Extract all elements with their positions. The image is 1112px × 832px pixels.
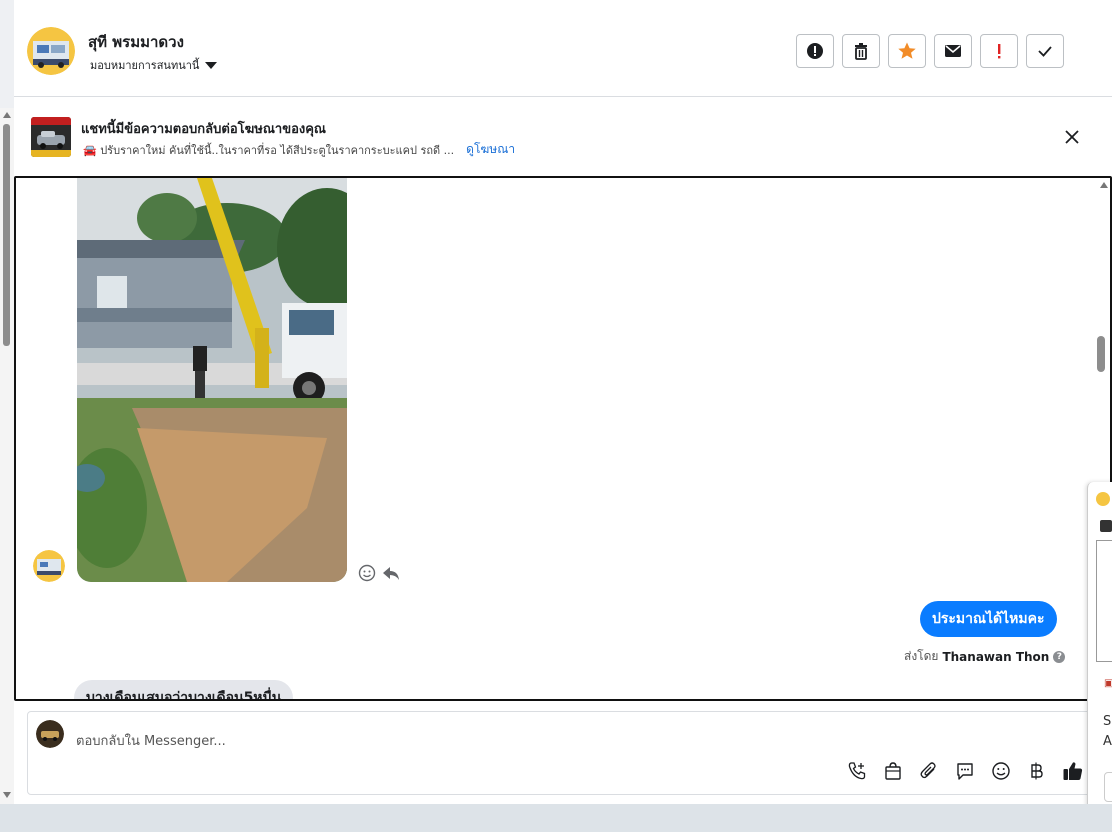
conversation-header: สุที พรมมาดวง มอบหมายการสนทนานี้ xyxy=(14,8,1112,97)
envelope-icon xyxy=(945,45,961,57)
message-thread[interactable]: ประมาณได้ไหมคะ ส่งโดย Thanawan Thon ? บา… xyxy=(14,176,1112,701)
view-ad-link[interactable]: ดูโฆษณา xyxy=(466,140,515,159)
trash-icon xyxy=(855,43,867,60)
saved-replies-button[interactable] xyxy=(954,760,976,782)
shopping-bag-icon xyxy=(885,762,901,780)
outgoing-message[interactable]: ประมาณได้ไหมคะ xyxy=(920,601,1057,637)
react-button[interactable] xyxy=(357,563,377,583)
ad-thumbnail xyxy=(31,117,71,157)
sent-by-prefix: ส่งโดย xyxy=(904,649,939,663)
payment-button[interactable] xyxy=(1026,760,1048,782)
help-icon[interactable]: ? xyxy=(1053,650,1066,663)
smiley-icon xyxy=(992,762,1010,780)
popup-text-2: A xyxy=(1103,734,1112,749)
incoming-message[interactable]: บางเดือนเสมอว่าบางเดือน5หมื่น xyxy=(74,680,294,699)
ad-banner-title: แชทนี้มีข้อความตอบกลับต่อโฆษณาของคุณ xyxy=(81,122,326,137)
close-icon xyxy=(1065,130,1079,144)
shared-photo[interactable] xyxy=(77,178,347,582)
call-button[interactable] xyxy=(846,760,868,782)
popup-frame xyxy=(1096,540,1112,662)
alert-circle-icon xyxy=(807,43,823,59)
contact-name: สุที พรมมาดวง xyxy=(88,33,184,51)
ad-reply-banner: แชทนี้มีข้อความตอบกลับต่อโฆษณาของคุณ 🚘 ป… xyxy=(14,97,1112,175)
smiley-icon xyxy=(358,564,376,582)
chat-bubble-icon xyxy=(957,763,973,780)
done-button[interactable] xyxy=(1026,34,1064,68)
reply-composer[interactable]: ตอบกลับใน Messenger... xyxy=(27,711,1105,795)
ad-description-row: 🚘 ปรับราคาใหม่ คันที่ใช้นี้..ในราคาที่รอ… xyxy=(83,140,515,159)
attach-button[interactable] xyxy=(918,760,940,782)
reply-input[interactable]: ตอบกลับใน Messenger... xyxy=(76,730,226,751)
header-actions xyxy=(796,34,1064,68)
priority-button[interactable] xyxy=(980,34,1018,68)
star-icon xyxy=(898,42,916,59)
sent-by-name: Thanawan Thon xyxy=(942,649,1050,664)
mark-unread-button[interactable] xyxy=(934,34,972,68)
phone-plus-icon xyxy=(848,762,866,780)
popup-button[interactable] xyxy=(1104,772,1112,802)
sent-by-label: ส่งโดย Thanawan Thon ? xyxy=(904,647,1066,666)
popup-text-1: Se xyxy=(1103,714,1112,729)
taskbar-strip xyxy=(0,804,1112,832)
conversation-panel: สุที พรมมาดวง มอบหมายการสนทนานี้ แชทนี้ม… xyxy=(14,8,1112,804)
popup-icon: ▣ xyxy=(1104,678,1112,689)
reply-button[interactable] xyxy=(381,563,401,583)
side-popup-panel[interactable]: ▣ Se A xyxy=(1087,482,1112,822)
sender-avatar xyxy=(33,550,65,582)
baht-icon xyxy=(1031,762,1043,780)
reply-icon xyxy=(383,567,399,580)
shop-button[interactable] xyxy=(882,760,904,782)
delete-button[interactable] xyxy=(842,34,880,68)
contact-avatar[interactable] xyxy=(27,27,75,75)
assign-conversation-dropdown[interactable]: มอบหมายการสนทนานี้ xyxy=(90,56,218,74)
paperclip-icon xyxy=(920,762,936,779)
like-button[interactable] xyxy=(1062,760,1084,782)
popup-thumbnail xyxy=(1100,520,1112,532)
close-banner-button[interactable] xyxy=(1062,127,1082,147)
exclamation-icon xyxy=(998,44,1001,59)
spam-button[interactable] xyxy=(796,34,834,68)
ad-description: 🚘 ปรับราคาใหม่ คันที่ใช้นี้..ในราคาที่รอ… xyxy=(83,143,455,157)
page-avatar xyxy=(36,720,64,748)
popup-avatar xyxy=(1096,492,1110,506)
follow-up-button[interactable] xyxy=(888,34,926,68)
chevron-down-icon xyxy=(205,61,218,69)
page-scrollbar-thumb[interactable] xyxy=(1097,336,1105,372)
emoji-button[interactable] xyxy=(990,760,1012,782)
assign-label: มอบหมายการสนทนานี้ xyxy=(90,59,200,72)
composer-toolbar xyxy=(846,760,1084,782)
check-icon xyxy=(1038,46,1052,57)
outer-scrollbar[interactable] xyxy=(0,108,14,804)
thumbs-up-icon xyxy=(1063,762,1083,780)
